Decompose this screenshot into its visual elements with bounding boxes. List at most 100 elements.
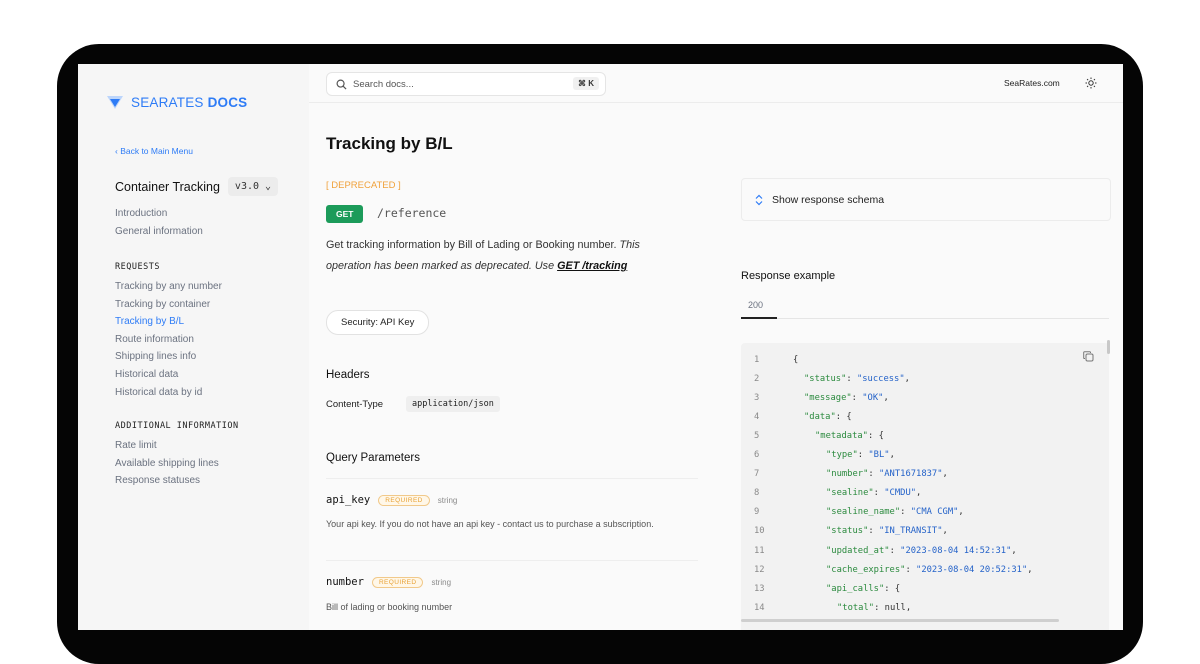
sidebar-item-tracking-container[interactable]: Tracking by container [115,296,222,314]
security-api-key-button[interactable]: Security: API Key [326,310,430,335]
divider [326,478,698,479]
sidebar-item-available-shipping-lines[interactable]: Available shipping lines [115,455,239,473]
deprecated-label: [ DEPRECATED ] [326,180,401,191]
code-content: "updated_at": "2023-08-04 14:52:31", [826,545,1017,556]
json-punctuation: , [942,469,948,480]
active-tab-indicator [741,317,777,319]
json-value: "ANT1671837" [878,469,943,480]
line-number: 5 [754,431,760,442]
top-bar: Search docs... ⌘ K SeaRates.com [309,64,1123,103]
json-key: "updated_at" [826,545,890,556]
code-content: "number": "ANT1671837", [826,469,948,480]
code-content: "status": "success", [804,374,910,385]
code-content: { [793,355,798,365]
json-value: "success" [856,374,905,385]
additional-nav: ADDITIONAL INFORMATION Rate limit Availa… [115,421,239,490]
code-content: "cache_expires": "2023-08-04 20:52:31", [826,564,1033,575]
required-badge: REQUIRED [378,494,430,506]
sidebar-item-shipping-lines-info[interactable]: Shipping lines info [115,348,222,366]
json-key: "total" [837,602,875,613]
line-number: 4 [754,412,760,423]
product-selector: Container Tracking v3.0 ⌄ [115,177,279,196]
json-value: "IN_TRANSIT" [878,526,943,537]
version-dropdown[interactable]: v3.0 ⌄ [227,177,279,196]
endpoint-path: /reference [377,206,447,220]
line-number: 10 [754,526,765,537]
json-key: "sealine_name" [826,507,901,518]
sun-icon[interactable] [1085,77,1097,89]
headers-heading: Headers [326,369,370,381]
line-number: 14 [754,602,765,613]
sidebar-item-general-information[interactable]: General information [115,223,203,241]
param-name: number [326,576,364,588]
header-value: application/json [406,396,500,412]
code-content: "type": "BL", [826,450,895,461]
json-value: "2023-08-04 20:52:31" [916,564,1028,575]
code-content: "api_calls": { [826,583,901,594]
sidebar-item-tracking-any-number[interactable]: Tracking by any number [115,278,222,296]
header-name: Content-Type [326,399,384,410]
sidebar-item-historical-data-by-id[interactable]: Historical data by id [115,384,222,402]
line-number: 9 [754,507,760,518]
sidebar-item-route-information[interactable]: Route information [115,331,222,349]
tab-divider [741,318,1109,319]
search-icon [336,79,347,90]
json-key: "sealine" [826,488,874,499]
json-punctuation: , [904,374,910,385]
sidebar-item-historical-data[interactable]: Historical data [115,366,222,384]
json-value: "BL" [868,450,890,461]
sidebar: SEARATES DOCS ‹ Back to Main Menu Contai… [78,64,309,630]
param-type: string [437,495,458,505]
code-content: "metadata": { [815,431,884,442]
json-punctuation: , [905,602,912,613]
logo[interactable]: SEARATES DOCS [106,94,247,110]
json-punctuation: { [894,583,901,594]
json-value: null [884,602,906,613]
json-punctuation: , [883,393,889,404]
horizontal-scrollbar[interactable] [741,619,1059,622]
show-response-schema-button[interactable]: Show response schema [741,178,1111,221]
logo-text: SEARATES DOCS [131,94,248,110]
line-number: 12 [754,564,765,575]
schema-button-label: Show response schema [772,193,885,206]
code-content: "message": "OK", [804,393,889,404]
tab-status-200[interactable]: 200 [748,300,763,310]
chevron-updown-icon [755,194,763,205]
json-key: "status" [826,526,869,537]
param-description: Bill of lading or booking number [326,602,453,612]
searates-logo-icon [107,96,123,109]
sidebar-item-introduction[interactable]: Introduction [115,205,203,223]
sidebar-item-tracking-bl[interactable]: Tracking by B/L [115,313,222,331]
back-to-main-menu-link[interactable]: ‹ Back to Main Menu [115,146,193,156]
json-punctuation: , [942,526,948,537]
json-punctuation: , [1011,545,1017,556]
search-placeholder: Search docs... [353,78,414,90]
copy-icon[interactable] [1083,351,1094,362]
param-number: number REQUIRED string [326,576,451,588]
requests-nav: REQUESTS Tracking by any number Tracking… [115,262,222,401]
code-content: "total": null, [837,602,912,613]
json-punctuation: , [958,507,964,518]
sidebar-item-rate-limit[interactable]: Rate limit [115,437,239,455]
get-tracking-link[interactable]: GET /tracking [557,260,627,272]
param-type: string [431,577,452,587]
query-parameters-heading: Query Parameters [326,452,420,464]
param-api-key: api_key REQUIRED string [326,494,457,506]
json-key: "metadata" [815,431,868,442]
page-title: Tracking by B/L [326,134,453,153]
response-example-heading: Response example [741,270,836,282]
vertical-scrollbar[interactable] [1107,340,1110,354]
searates-site-link[interactable]: SeaRates.com [1004,78,1060,88]
required-badge: REQUIRED [371,576,424,588]
sidebar-item-response-statuses[interactable]: Response statuses [115,472,239,490]
json-key: "message" [804,393,852,404]
code-content: "status": "IN_TRANSIT", [826,526,948,537]
search-input[interactable]: Search docs... ⌘ K [326,72,606,96]
json-key: "type" [826,450,858,461]
json-key: "api_calls" [826,583,885,594]
line-number: 1 [754,355,760,365]
line-number: 8 [754,488,760,499]
line-number: 3 [754,393,760,404]
line-number: 13 [754,583,765,594]
intro-nav: Introduction General information [115,205,203,240]
